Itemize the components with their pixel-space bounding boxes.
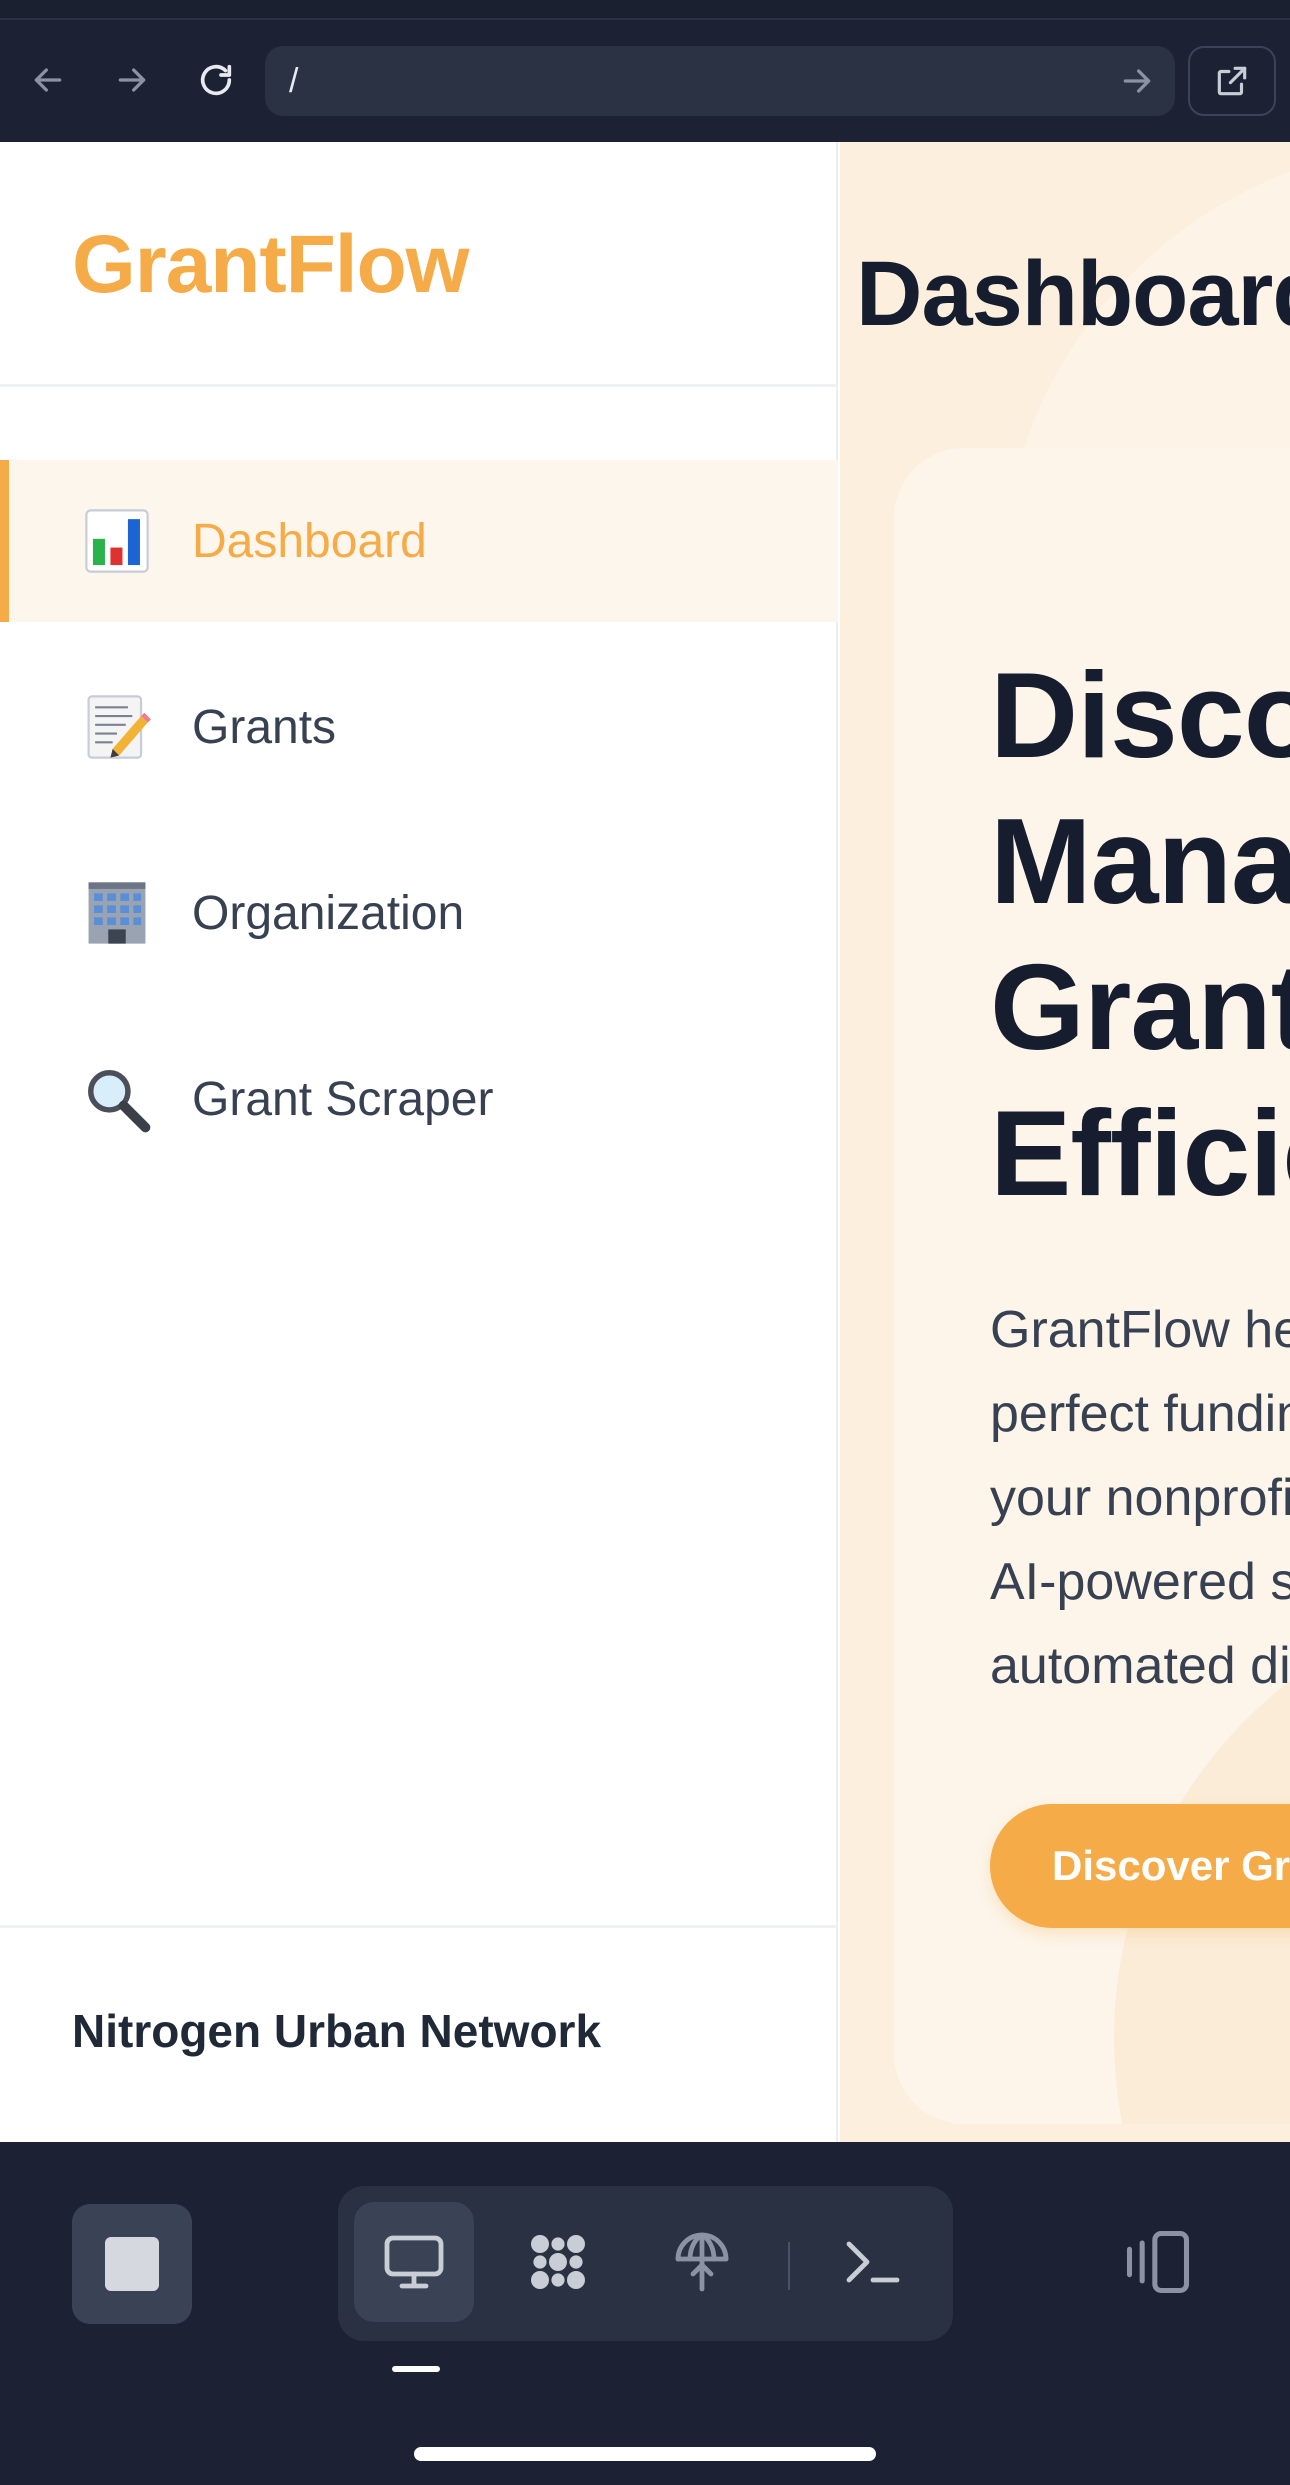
sidebar-item-dashboard[interactable]: Dashboard (0, 460, 838, 622)
hero-description-line: GrantFlow helps you find the (990, 1301, 1290, 1359)
divider (0, 1925, 838, 1928)
divider (788, 2242, 790, 2290)
terminal-icon (846, 2241, 900, 2283)
page-viewport: GrantFlow Dashboard Grants Organization … (0, 142, 1290, 2142)
sidebar-item-grants[interactable]: Grants (0, 646, 838, 808)
organization-name: Nitrogen Urban Network (72, 2005, 602, 2057)
antenna-icon (675, 2232, 729, 2292)
terminal-tool-button[interactable] (813, 2202, 933, 2322)
sidebar-item-label: Organization (192, 886, 465, 940)
active-tab-indicator (392, 2366, 440, 2372)
monitor-tool-button[interactable] (354, 2202, 474, 2322)
divider (0, 384, 838, 387)
hero-description-line: AI-powered search and (990, 1553, 1290, 1611)
apps-grid-icon (531, 2235, 585, 2289)
network-tool-button[interactable] (642, 2202, 762, 2322)
bar-chart-icon (82, 506, 152, 576)
arrow-right-icon (118, 68, 146, 92)
forward-button[interactable] (108, 56, 156, 104)
main-content: Dashboard Discover, Manage & Grants Effi… (840, 142, 1290, 2142)
stop-icon (105, 2237, 159, 2291)
home-indicator (414, 2447, 876, 2461)
arrow-left-icon (34, 68, 62, 92)
hero-description-line: automated discovery (990, 1637, 1290, 1695)
hero-heading: Discover, Manage & Grants Efficiently (990, 642, 1290, 1226)
device-toggle-button[interactable] (1118, 2222, 1198, 2302)
open-external-button[interactable] (1188, 46, 1276, 116)
sidebar-item-label: Grant Scraper (192, 1072, 494, 1126)
sidebar-item-label: Grants (192, 700, 337, 754)
stop-button[interactable] (72, 2204, 192, 2324)
bottom-toolbar (0, 2142, 1290, 2485)
sidebar-item-grant-scraper[interactable]: Grant Scraper (0, 1018, 838, 1180)
tool-switcher (338, 2186, 953, 2341)
sidebar-item-organization[interactable]: Organization (0, 832, 838, 994)
discover-grants-button[interactable]: Discover Grants (990, 1804, 1290, 1928)
browser-toolbar: / (0, 20, 1290, 142)
app-frame: / GrantFlow Dashboard Grants Organizatio… (0, 0, 1290, 2485)
sidebar: GrantFlow Dashboard Grants Organization … (0, 142, 838, 2142)
hero-description: GrantFlow helps you find the perfect fun… (990, 1288, 1290, 1708)
hero-description-line: perfect funding opportunities for (990, 1385, 1290, 1443)
brand-logo[interactable]: GrantFlow (72, 218, 469, 312)
office-building-icon (82, 878, 152, 948)
hero-description-line: your nonprofit organization with (990, 1469, 1290, 1527)
page-title: Dashboard (856, 243, 1290, 345)
go-arrow-icon[interactable] (1117, 61, 1157, 101)
url-text: / (289, 61, 299, 100)
hero-heading-line: Discover, (990, 647, 1290, 783)
url-bar[interactable]: / (265, 46, 1175, 116)
apps-tool-button[interactable] (498, 2202, 618, 2322)
reload-button[interactable] (192, 56, 240, 104)
external-link-icon (1217, 66, 1247, 96)
memo-pencil-icon (82, 692, 152, 762)
reload-icon (200, 64, 232, 96)
back-button[interactable] (24, 56, 72, 104)
hero-heading-line: Grants (990, 939, 1290, 1075)
hero-heading-line: Manage & (990, 793, 1290, 929)
device-toggle-icon (1126, 2230, 1190, 2294)
magnifying-glass-icon (82, 1064, 152, 1134)
sidebar-item-label: Dashboard (192, 514, 427, 568)
top-strip (0, 0, 1290, 20)
hero-heading-line: Efficiently (990, 1085, 1290, 1221)
monitor-icon (384, 2235, 444, 2289)
